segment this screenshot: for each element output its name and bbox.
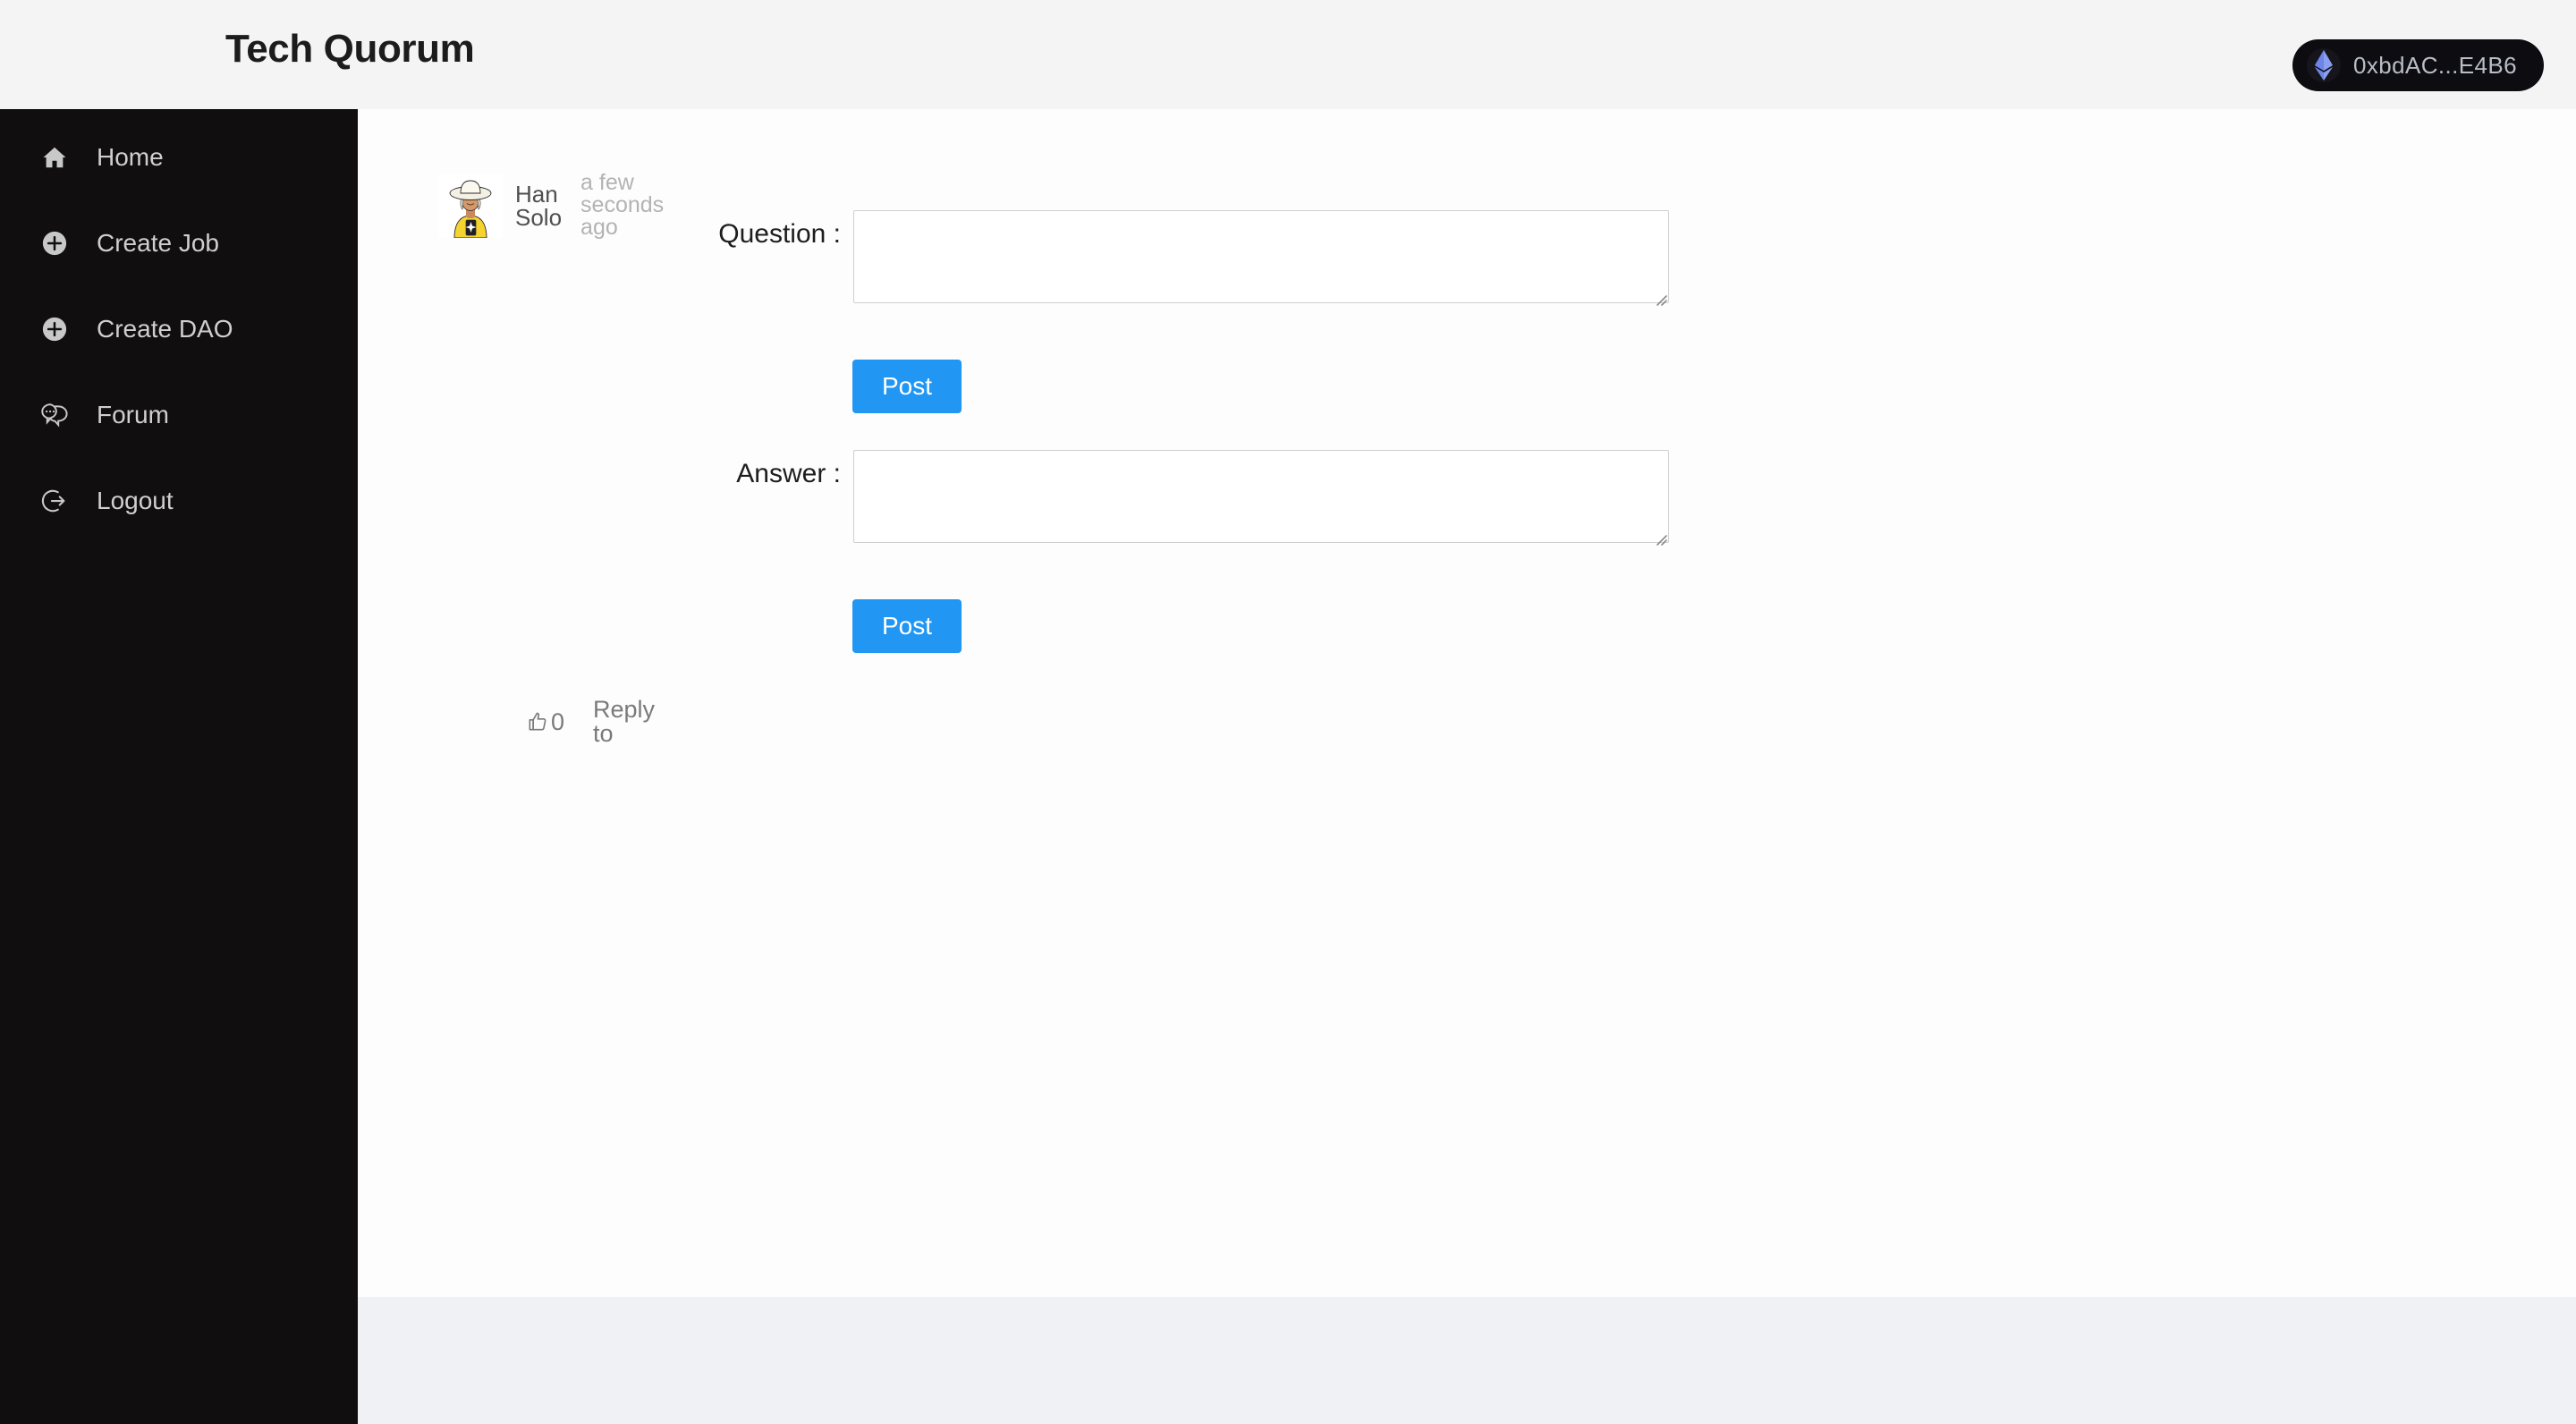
sidebar-item-logout[interactable]: Logout [0, 476, 358, 526]
sidebar-item-label: Logout [97, 487, 174, 514]
question-label: Question : [718, 219, 841, 249]
app-header: Tech Quorum 0xbdAC...E4B6 [0, 0, 2576, 109]
plus-circle-icon [39, 314, 70, 344]
post-answer-button[interactable]: Post [852, 599, 962, 653]
chat-bubbles-icon [39, 400, 70, 430]
answer-input[interactable] [853, 450, 1669, 543]
question-field-row: Question : [613, 210, 1669, 308]
sidebar-item-forum[interactable]: Forum [0, 390, 358, 440]
answer-label: Answer : [736, 459, 841, 488]
answer-field-row: Answer : [613, 450, 1669, 547]
sidebar-item-label: Home [97, 143, 164, 171]
post-author-name: Han Solo [515, 180, 563, 231]
question-input[interactable] [853, 210, 1669, 303]
logout-icon [39, 486, 70, 516]
sidebar-item-label: Create DAO [97, 315, 233, 343]
post-question-button[interactable]: Post [852, 360, 962, 413]
wallet-address-text: 0xbdAC...E4B6 [2353, 52, 2517, 79]
avatar [438, 173, 503, 238]
thumbs-up-icon [526, 710, 549, 733]
like-button[interactable]: 0 [526, 708, 565, 735]
sidebar-item-label: Forum [97, 401, 169, 428]
sidebar-item-label: Create Job [97, 229, 219, 257]
sidebar-nav: Home Create Job Create DAO Forum Logout [0, 109, 358, 1424]
home-icon [39, 142, 70, 173]
sidebar-item-create-job[interactable]: Create Job [0, 218, 358, 268]
sidebar-item-create-dao[interactable]: Create DAO [0, 304, 358, 354]
page-title: Tech Quorum [225, 27, 475, 71]
ethereum-diamond-icon [2307, 48, 2342, 82]
post-actions: 0 Reply to [526, 698, 655, 746]
wallet-address-badge[interactable]: 0xbdAC...E4B6 [2292, 39, 2544, 91]
sidebar-item-home[interactable]: Home [0, 132, 358, 182]
plus-circle-icon [39, 228, 70, 259]
reply-to-link[interactable]: Reply to [593, 698, 655, 746]
page-footer [358, 1297, 2576, 1424]
like-count: 0 [551, 708, 565, 735]
